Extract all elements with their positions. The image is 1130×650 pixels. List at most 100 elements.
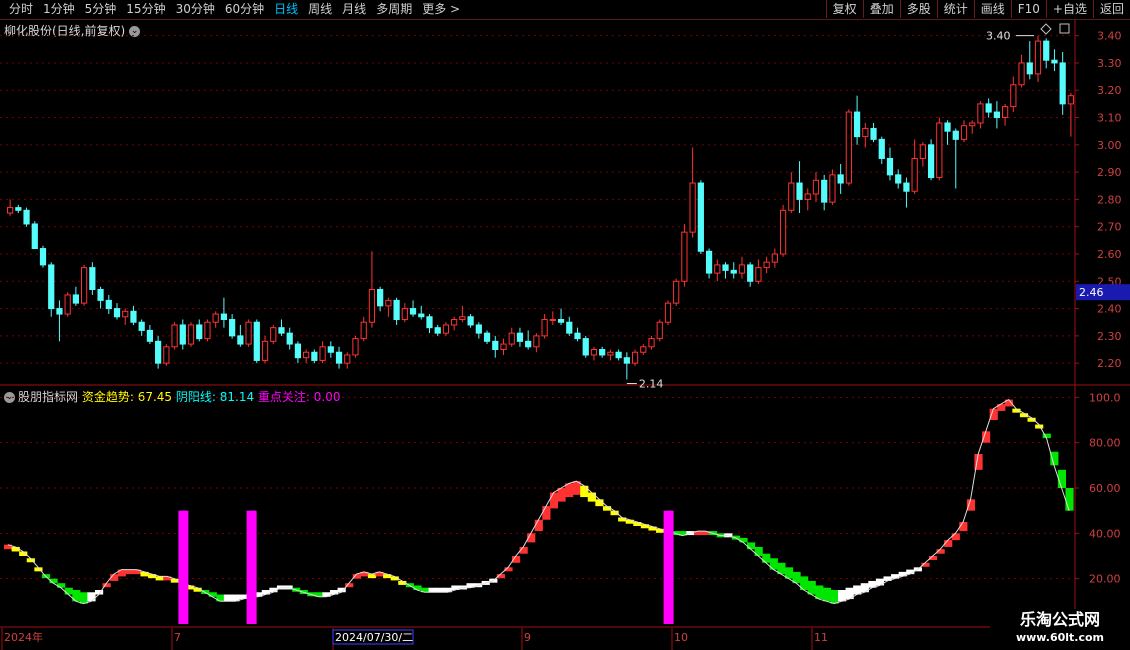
- candle-body: [1026, 62, 1033, 75]
- scroll-icon[interactable]: [1059, 23, 1070, 34]
- candle-body: [344, 354, 351, 364]
- candle-body: [640, 346, 647, 353]
- candle-body: [1051, 59, 1058, 64]
- candle-body: [360, 321, 367, 340]
- candle-body: [960, 125, 968, 140]
- time-label: 11: [814, 631, 828, 644]
- indicator-bar: [837, 590, 847, 602]
- candle-body: [237, 335, 244, 345]
- candle-body: [779, 209, 787, 255]
- candle-body: [1059, 62, 1066, 105]
- candle-body: [286, 332, 293, 345]
- indicator-bar: [982, 431, 991, 443]
- candle-body: [212, 313, 219, 323]
- indicator-bar: [57, 583, 66, 588]
- y-tick-label: 80.00: [1089, 437, 1121, 450]
- indicator-bar: [223, 594, 233, 602]
- candle-body: [426, 316, 433, 329]
- candle-body: [409, 308, 417, 315]
- candle-body: [130, 310, 137, 323]
- candle-body: [566, 321, 573, 334]
- indicator-bar: [762, 553, 771, 563]
- indicator-bar: [428, 587, 437, 593]
- candle-body: [673, 280, 680, 304]
- candle-body: [525, 340, 532, 348]
- candle-body: [944, 122, 951, 132]
- candle-body: [229, 318, 236, 337]
- candle-body: [541, 318, 548, 337]
- candle-body: [171, 324, 178, 348]
- candle-body: [829, 174, 836, 203]
- candle-body: [533, 335, 540, 348]
- candle-body: [796, 182, 803, 200]
- candle-body: [903, 182, 910, 192]
- watermark: 乐淘公式网 www.60lt.com: [990, 609, 1130, 650]
- candle-body: [138, 321, 145, 331]
- candle-body: [352, 338, 359, 356]
- candle-body: [689, 182, 696, 233]
- candle-body: [64, 294, 71, 315]
- candle-body: [755, 267, 762, 282]
- candle-body: [714, 264, 721, 274]
- candle-body: [48, 264, 55, 310]
- candle-body: [105, 299, 112, 310]
- time-label: 2024年: [4, 630, 43, 644]
- candle-body: [508, 332, 515, 345]
- candle-body: [845, 111, 852, 184]
- candle-body: [812, 179, 820, 195]
- indicator-bar: [1050, 451, 1059, 466]
- high-price-label: 3.40: [986, 30, 1011, 43]
- y-tick-label: 60.00: [1089, 482, 1121, 495]
- y-tick-label: 3.40: [1097, 30, 1122, 43]
- focus-bar: [178, 510, 189, 624]
- candle-body: [804, 193, 811, 200]
- candle-body: [582, 338, 589, 356]
- candle-body: [179, 324, 186, 345]
- candle-body: [261, 340, 269, 361]
- candle-body: [697, 182, 704, 252]
- indicator-bar: [125, 569, 134, 575]
- candle-body: [311, 351, 318, 361]
- candle-body: [220, 313, 228, 320]
- candle-body: [467, 316, 474, 326]
- y-tick-label: 2.40: [1097, 303, 1122, 316]
- candle-body: [1010, 84, 1017, 108]
- candle-body: [664, 302, 672, 323]
- candle-body: [500, 343, 507, 351]
- y-tick-label: 100.0: [1089, 391, 1121, 404]
- candle-body: [870, 127, 877, 140]
- candle-body: [368, 288, 376, 323]
- indicator-bar: [155, 576, 164, 581]
- indicator-bar: [587, 492, 596, 502]
- candle-body: [459, 316, 466, 320]
- indicator-bar: [951, 533, 960, 541]
- candle-body: [516, 332, 524, 342]
- indicator-bar: [746, 542, 756, 550]
- candle-body: [886, 157, 894, 176]
- candle-body: [204, 321, 211, 340]
- indicator-bar: [367, 574, 377, 579]
- candle-body: [878, 138, 885, 159]
- diamond-icon[interactable]: [1040, 23, 1052, 35]
- indicator-bar: [1065, 488, 1074, 511]
- candle-body: [631, 351, 639, 364]
- chart-canvas[interactable]: 3.403.303.203.103.002.902.802.702.602.50…: [0, 0, 1130, 650]
- candle-body: [837, 174, 844, 184]
- candle-body: [977, 103, 984, 124]
- candle-body: [434, 327, 441, 334]
- indicator-bar: [580, 485, 589, 498]
- candle-body: [31, 223, 38, 250]
- candle-body: [335, 351, 343, 364]
- candle-body: [574, 332, 581, 340]
- indicator-bar: [79, 592, 88, 604]
- candle-body: [270, 327, 277, 342]
- y-tick-label: 2.70: [1097, 221, 1122, 234]
- indicator-bar: [542, 506, 551, 520]
- candle-body: [97, 288, 104, 301]
- focus-bar: [246, 510, 257, 624]
- candle-body: [56, 308, 63, 315]
- candle-body: [23, 209, 30, 225]
- indicator-bar: [413, 585, 422, 590]
- candle-body: [763, 261, 770, 269]
- candle-body: [862, 127, 869, 138]
